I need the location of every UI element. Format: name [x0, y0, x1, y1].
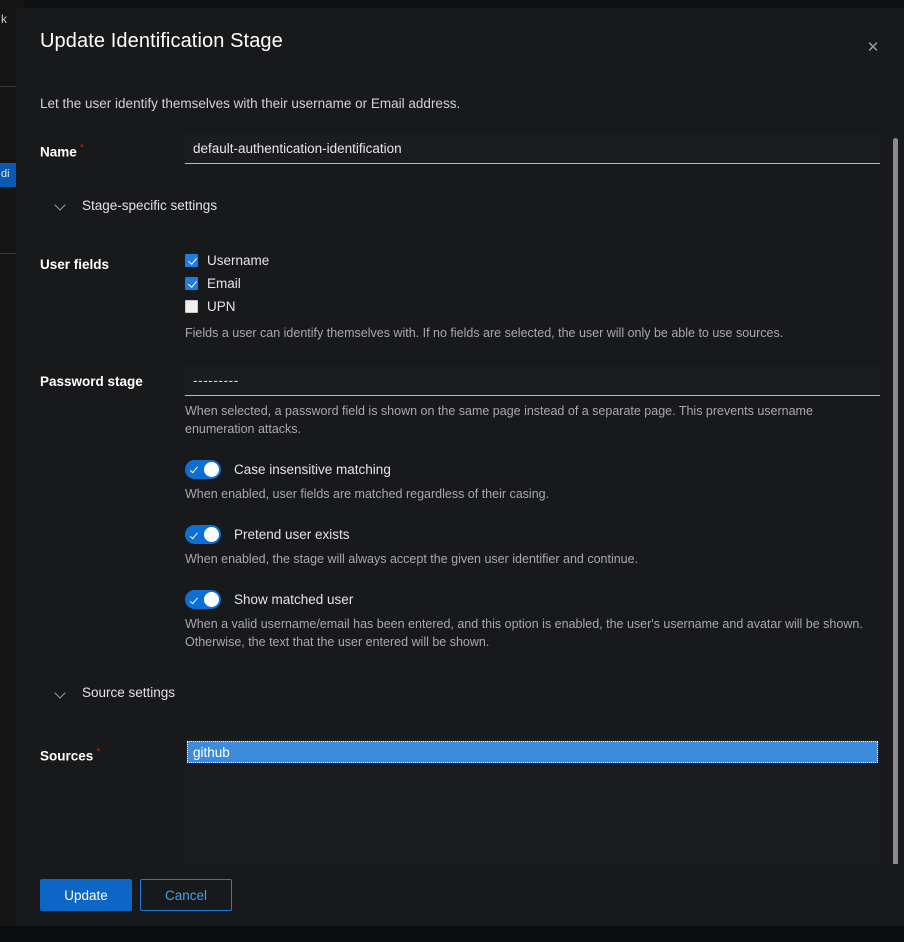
chevron-down-icon — [54, 198, 68, 212]
check-icon — [190, 465, 198, 474]
modal-header: Update Identification Stage ✕ — [16, 8, 904, 72]
sources-listbox[interactable]: github — [185, 738, 880, 864]
form-description: Let the user identify themselves with th… — [40, 96, 461, 111]
modal-body: Let the user identify themselves with th… — [16, 72, 904, 864]
pretend-user-spacer — [40, 525, 185, 533]
modal-footer: Update Cancel — [16, 864, 904, 926]
checkbox-upn[interactable] — [185, 299, 198, 313]
user-fields-helper: Fields a user can identify themselves wi… — [185, 325, 784, 340]
sources-required-marker: * — [96, 746, 101, 759]
toggle-line-pretend-user-exists[interactable]: Pretend user exists — [185, 525, 880, 545]
password-stage-row: Password stage --------- When selected, … — [40, 365, 880, 438]
sources-label: Sources * — [40, 738, 185, 764]
name-input[interactable] — [185, 133, 880, 164]
user-fields-row: User fields Username Email UPN Fields a … — [40, 249, 880, 342]
toggle-show-matched-user-helper: When a valid username/email has been ent… — [185, 617, 863, 650]
case-insensitive-matching-row: Case insensitive matching When enabled, … — [40, 459, 880, 503]
name-control — [185, 133, 880, 164]
name-required-marker: * — [79, 141, 85, 154]
checkbox-row-username[interactable]: Username — [185, 249, 880, 272]
close-icon[interactable]: ✕ — [858, 32, 888, 62]
section-source-settings-label: Source settings — [82, 685, 176, 701]
section-source-settings[interactable]: Source settings — [40, 685, 880, 700]
checkbox-username[interactable] — [185, 253, 198, 267]
list-item[interactable]: github — [187, 741, 878, 764]
bottom-strip — [0, 926, 904, 942]
password-stage-control: --------- When selected, a password fiel… — [185, 365, 880, 438]
toggle-show-matched-user[interactable] — [185, 590, 221, 610]
chevron-down-icon — [54, 686, 68, 700]
password-stage-helper: When selected, a password field is shown… — [185, 403, 813, 436]
background-sliver-text: k — [1, 12, 7, 26]
checkbox-upn-label: UPN — [207, 298, 236, 314]
background-selected-nav-label: di — [1, 168, 10, 180]
section-stage-specific-settings[interactable]: Stage-specific settings — [40, 198, 880, 213]
checkbox-row-upn[interactable]: UPN — [185, 295, 880, 318]
toggle-knob — [204, 527, 219, 543]
sources-label-text: Sources — [40, 748, 94, 764]
checkbox-email-label: Email — [207, 275, 241, 291]
password-stage-selected-value: --------- — [193, 372, 239, 388]
toggle-case-insensitive-helper: When enabled, user fields are matched re… — [185, 486, 550, 501]
sources-control: github — [185, 738, 880, 864]
toggle-pretend-user-exists-helper: When enabled, the stage will always acce… — [185, 552, 639, 567]
section-stage-specific-settings-label: Stage-specific settings — [82, 197, 218, 213]
page-title: Update Identification Stage — [40, 30, 283, 52]
toggle-line-case-insensitive[interactable]: Case insensitive matching — [185, 459, 880, 479]
case-insensitive-spacer — [40, 460, 185, 468]
show-matched-user-spacer — [40, 590, 185, 598]
checkbox-username-label: Username — [207, 252, 270, 268]
name-label-text: Name — [40, 144, 77, 160]
page-root: k di Update Identification Stage ✕ Let t… — [0, 0, 904, 942]
show-matched-user-row: Show matched user When a valid username/… — [40, 590, 880, 651]
modal-scrollbar[interactable] — [891, 138, 900, 864]
toggle-knob — [204, 592, 219, 608]
password-stage-select[interactable]: --------- — [185, 365, 880, 396]
user-fields-label: User fields — [40, 256, 110, 272]
user-fields-control: Username Email UPN Fields a user can ide… — [185, 249, 880, 342]
check-icon — [190, 595, 198, 604]
toggle-pretend-user-exists-label: Pretend user exists — [234, 527, 350, 543]
case-insensitive-control: Case insensitive matching When enabled, … — [185, 459, 880, 503]
toggle-line-show-matched-user[interactable]: Show matched user — [185, 590, 880, 610]
show-matched-user-control: Show matched user When a valid username/… — [185, 590, 880, 651]
check-icon — [190, 530, 198, 539]
toggle-case-insensitive-matching[interactable] — [185, 459, 221, 479]
checkbox-email[interactable] — [185, 276, 198, 290]
pretend-user-control: Pretend user exists When enabled, the st… — [185, 525, 880, 568]
checkbox-row-email[interactable]: Email — [185, 272, 880, 295]
update-identification-stage-modal: Update Identification Stage ✕ Let the us… — [16, 8, 904, 926]
sources-row: Sources * github — [40, 738, 880, 864]
modal-scrollbar-thumb[interactable] — [893, 138, 898, 864]
cancel-button[interactable]: Cancel — [140, 879, 232, 911]
toggle-show-matched-user-label: Show matched user — [234, 592, 354, 608]
toggle-knob — [204, 461, 219, 477]
toggle-pretend-user-exists[interactable] — [185, 525, 221, 545]
background-selected-nav-item[interactable]: di — [0, 163, 16, 187]
name-label: Name * — [40, 134, 185, 160]
pretend-user-exists-row: Pretend user exists When enabled, the st… — [40, 525, 880, 568]
name-row: Name * — [40, 133, 880, 164]
password-stage-label: Password stage — [40, 373, 143, 389]
toggle-case-insensitive-label: Case insensitive matching — [234, 461, 391, 477]
update-button[interactable]: Update — [40, 879, 132, 911]
